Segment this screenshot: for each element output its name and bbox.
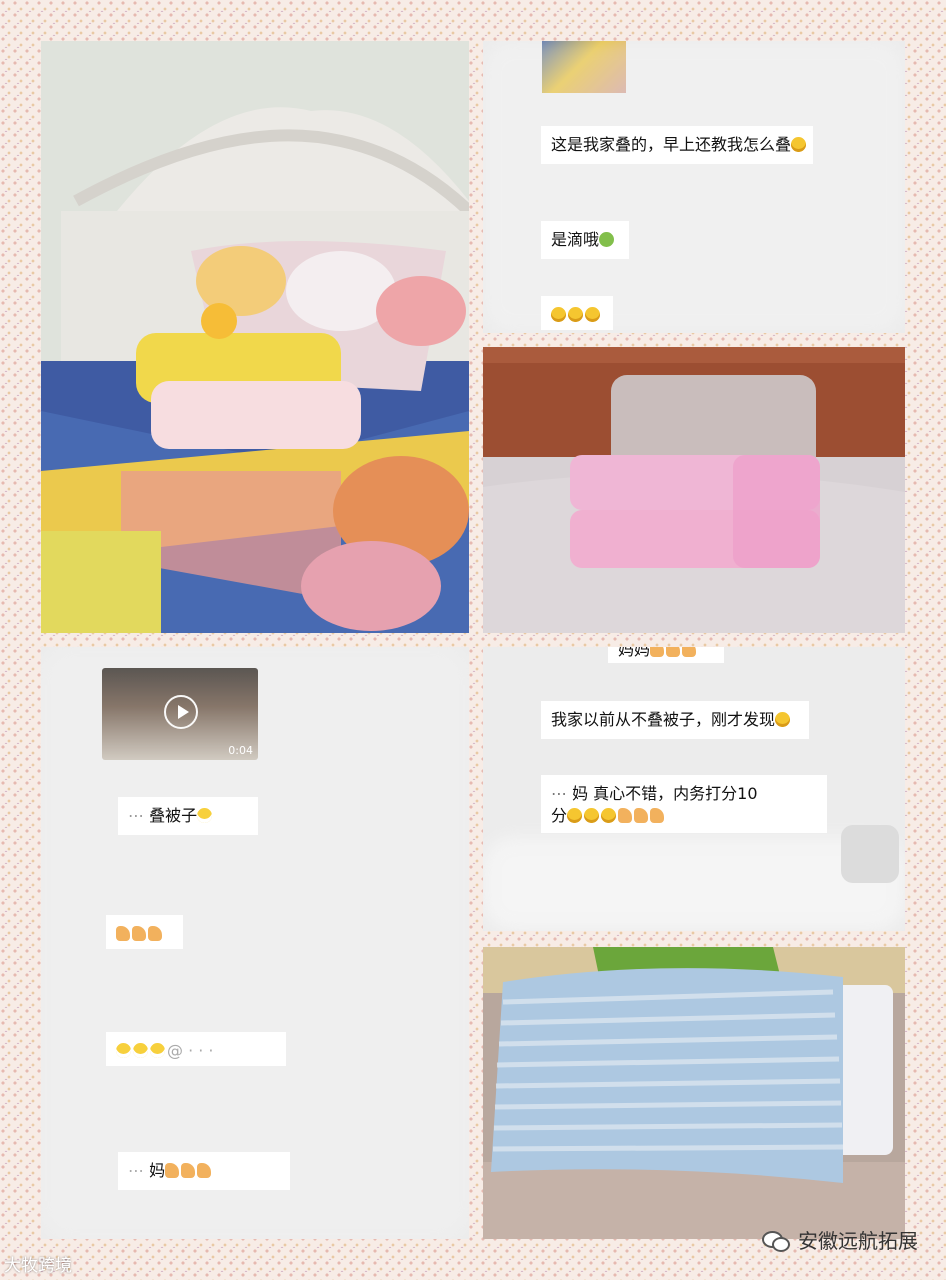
chat-panel-left: 0:04 ⋯ 叠被子 @ · · · ⋯ 妈 xyxy=(41,647,469,1239)
thumb-icon xyxy=(650,647,665,657)
message-bubble: 妈妈 xyxy=(608,647,724,663)
smile-icon xyxy=(585,307,600,322)
thumb-icon xyxy=(650,808,665,823)
smile-icon xyxy=(568,307,583,322)
message-bubble: 我家以前从不叠被子，刚才发现 xyxy=(541,701,809,739)
grin-icon xyxy=(197,808,213,823)
thumb-icon xyxy=(682,647,697,657)
watermark-text: 安徽远航拓展 xyxy=(798,1229,918,1253)
grin-icon xyxy=(116,1043,131,1058)
thumb-icon xyxy=(618,808,633,823)
message-text: 妈妈 xyxy=(618,647,651,659)
chat-panel-right: 妈妈 我家以前从不叠被子，刚才发现 ⋯ 妈 真心不错，内务打分10 分 xyxy=(483,647,905,931)
thumb-icon xyxy=(165,1163,180,1178)
message-text: 我家以前从不叠被子，刚才发现 xyxy=(551,710,776,729)
thumb-icon xyxy=(197,1163,212,1178)
message-bubble: ⋯ 妈 xyxy=(118,1152,290,1190)
message-bubble: 这是我家叠的，早上还教我怎么叠 xyxy=(541,126,813,164)
photo-cartoon-bedding xyxy=(41,41,469,633)
thumb-icon xyxy=(148,926,162,941)
watermark-right: 安徽远航拓展 xyxy=(762,1225,918,1254)
watermark-left: 大牧跨境 xyxy=(4,1256,72,1276)
message-text: 叠被子 xyxy=(149,806,198,825)
wechat-icon xyxy=(762,1229,790,1252)
gray-avatar xyxy=(841,825,899,883)
message-text: 分 xyxy=(551,806,568,825)
smile-icon xyxy=(601,808,617,823)
grin-icon xyxy=(150,1043,165,1058)
emoji-message-bubble xyxy=(106,915,183,949)
grin-icon xyxy=(133,1043,148,1058)
message-bubble: ⋯ 叠被子 xyxy=(118,797,258,835)
frog-icon xyxy=(599,232,615,247)
smile-icon xyxy=(584,808,600,823)
message-text: 妈 xyxy=(149,1161,166,1180)
message-bubble: ⋯ 妈 真心不错，内务打分10 分 xyxy=(541,775,827,833)
thumb-icon xyxy=(132,926,146,941)
photo-striped-blanket xyxy=(483,947,905,1239)
message-text: 妈 真心不错，内务打分10 xyxy=(572,784,758,803)
message-text: 是滴哦 xyxy=(551,230,600,249)
thumb-icon xyxy=(116,926,130,941)
message-text: 这是我家叠的，早上还教我怎么叠 xyxy=(551,135,792,154)
emoji-message-bubble: @ · · · xyxy=(106,1032,286,1066)
thumb-icon xyxy=(634,808,649,823)
smile-icon xyxy=(775,712,791,727)
photo-pink-folded-quilt xyxy=(483,347,905,633)
emoji-message-bubble xyxy=(541,296,613,330)
chat-panel-top: 这是我家叠的，早上还教我怎么叠 是滴哦 xyxy=(483,41,905,333)
thumb-icon xyxy=(181,1163,196,1178)
thumb-icon xyxy=(666,647,681,657)
smile-icon xyxy=(791,137,807,152)
smile-icon xyxy=(567,808,583,823)
message-bubble: 是滴哦 xyxy=(541,221,629,259)
smile-icon xyxy=(551,307,566,322)
